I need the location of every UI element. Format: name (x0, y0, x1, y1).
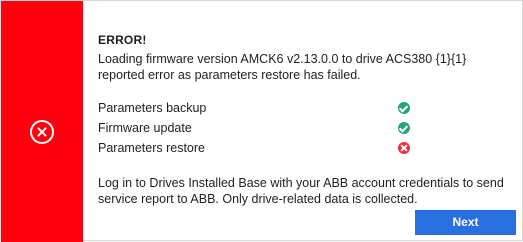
step-parameters-backup: Parameters backup (98, 98, 438, 118)
dialog-title: ERROR! (98, 33, 147, 47)
step-label: Parameters backup (98, 101, 207, 115)
error-circle-x-icon (30, 120, 54, 144)
x-circle-icon (398, 142, 410, 154)
step-label: Parameters restore (98, 141, 205, 155)
check-circle-icon (398, 122, 410, 134)
error-message: Loading firmware version AMCK6 v2.13.0.0… (98, 52, 467, 82)
check-circle-icon (398, 102, 410, 114)
service-report-info: Log in to Drives Installed Base with you… (98, 176, 504, 206)
step-firmware-update: Firmware update (98, 118, 438, 138)
step-status-list: Parameters backup Firmware update Parame… (98, 98, 438, 158)
next-button[interactable]: Next (415, 210, 516, 235)
step-parameters-restore: Parameters restore (98, 138, 438, 158)
error-dialog: ERROR! Loading firmware version AMCK6 v2… (0, 0, 523, 242)
error-side-panel (1, 1, 83, 242)
step-label: Firmware update (98, 121, 192, 135)
